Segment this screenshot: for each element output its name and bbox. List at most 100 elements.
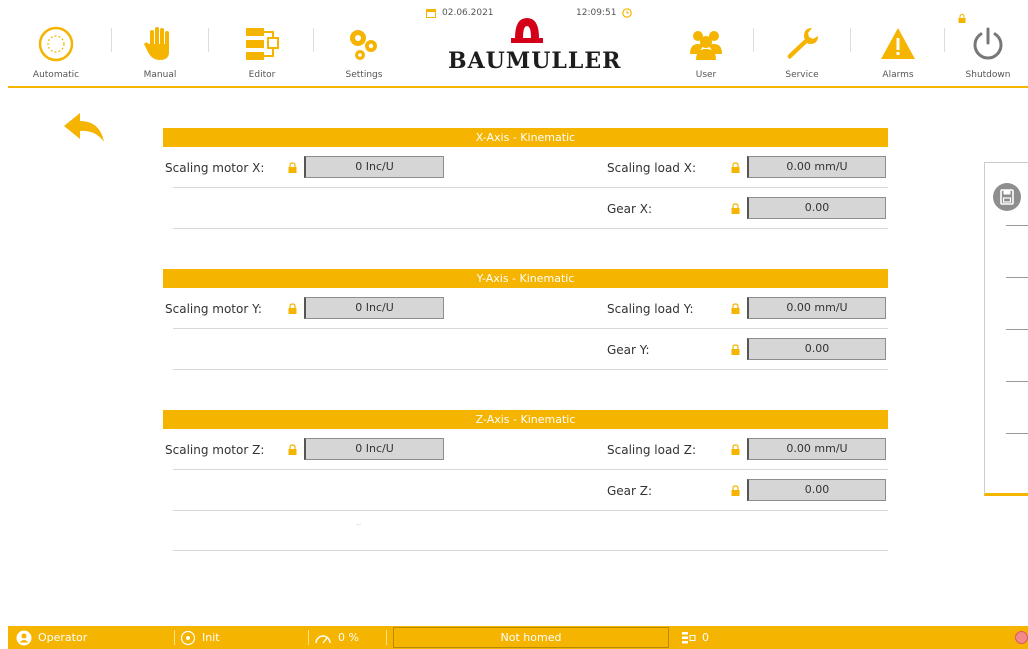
lock-icon	[288, 303, 297, 314]
calendar-icon	[426, 9, 436, 18]
status-program-text: 0	[702, 631, 709, 644]
placeholder-mark: ··	[356, 520, 362, 529]
gear-x-field[interactable]: 0.00	[747, 197, 886, 219]
scaling-load-y-field[interactable]: 0.00 mm/U	[747, 297, 886, 319]
top-toolbar: Automatic Manual Editor Settings 02.06.2…	[8, 0, 1028, 88]
brand-name: BAUMULLER	[448, 48, 622, 74]
wrench-icon	[787, 28, 818, 59]
header-info: 02.06.2021 BAUMULLER 12:09:51	[420, 0, 660, 86]
y-axis-row-scaling: Scaling motor Y: 0 Inc/U Scaling load Y:…	[163, 288, 888, 329]
floppy-icon	[1000, 189, 1014, 205]
scaling-load-x-label: Scaling load X:	[607, 161, 696, 175]
homing-status: Not homed	[393, 627, 669, 648]
users-icon	[690, 31, 722, 60]
side-divider	[1006, 277, 1028, 278]
z-axis-title: Z-Axis - Kinematic	[163, 410, 888, 429]
row-divider	[173, 510, 888, 511]
shutdown-label: Shutdown	[965, 70, 1011, 80]
status-bar: Operator Init 0 % Not homed 0	[8, 626, 1028, 649]
speedometer-icon	[315, 634, 331, 643]
settings-button[interactable]: Settings	[316, 0, 412, 86]
side-action-panel	[984, 162, 1028, 496]
service-button[interactable]: Service	[756, 0, 848, 86]
scaling-load-x-field[interactable]: 0.00 mm/U	[747, 156, 886, 178]
z-axis-panel: Z-Axis - Kinematic Scaling motor Z: 0 In…	[163, 410, 888, 551]
circle-icon	[38, 26, 74, 62]
editor-label: Editor	[248, 70, 276, 80]
alarm-indicator[interactable]	[1015, 631, 1028, 644]
user-button[interactable]: User	[660, 0, 752, 86]
gear-y-field[interactable]: 0.00	[747, 338, 886, 360]
service-label: Service	[785, 70, 819, 80]
time-text: 12:09:51	[576, 8, 617, 18]
status-mode-text: Init	[202, 631, 220, 644]
baumuller-logo-icon	[511, 18, 543, 43]
init-cycle-icon	[180, 630, 196, 645]
side-divider	[1006, 433, 1028, 434]
flowchart-icon	[246, 28, 279, 60]
row-divider	[173, 369, 888, 370]
toolbar-divider	[111, 28, 112, 52]
lock-icon	[731, 162, 740, 173]
gear-z-label: Gear Z:	[607, 484, 653, 498]
row-divider	[173, 550, 888, 551]
side-divider	[1006, 381, 1028, 382]
automatic-button[interactable]: Automatic	[8, 0, 104, 86]
power-icon	[973, 27, 1003, 60]
date-text: 02.06.2021	[442, 8, 494, 18]
manual-button[interactable]: Manual	[114, 0, 206, 86]
status-divider	[308, 630, 309, 645]
toolbar-divider	[753, 28, 754, 52]
status-divider	[386, 630, 387, 645]
toolbar-divider	[850, 28, 851, 52]
scaling-motor-z-field[interactable]: 0 Inc/U	[304, 438, 444, 460]
lock-icon	[731, 444, 740, 455]
scaling-load-z-label: Scaling load Z:	[607, 443, 696, 457]
gear-x-label: Gear X:	[607, 202, 653, 216]
date-display: 02.06.2021	[426, 8, 494, 18]
side-divider	[1006, 225, 1028, 226]
clock-icon	[622, 8, 633, 18]
alarms-label: Alarms	[882, 70, 914, 80]
status-override-text: 0 %	[338, 631, 359, 644]
back-arrow-icon[interactable]	[62, 110, 106, 146]
user-circle-icon	[16, 630, 32, 645]
status-divider	[174, 630, 175, 645]
warning-icon	[881, 28, 915, 59]
lock-icon	[288, 444, 297, 455]
lock-icon	[731, 203, 740, 214]
program-list-icon	[682, 631, 696, 643]
status-override: 0 %	[314, 626, 359, 649]
scaling-motor-y-field[interactable]: 0 Inc/U	[304, 297, 444, 319]
user-label: User	[695, 70, 717, 80]
status-user[interactable]: Operator	[16, 626, 87, 649]
save-button[interactable]	[993, 183, 1021, 211]
manual-label: Manual	[143, 70, 177, 80]
scaling-load-z-field[interactable]: 0.00 mm/U	[747, 438, 886, 460]
gears-icon	[350, 30, 377, 60]
automatic-label: Automatic	[32, 70, 80, 80]
lock-icon	[288, 162, 297, 173]
scaling-motor-z-label: Scaling motor Z:	[165, 443, 265, 457]
hand-icon	[144, 27, 169, 60]
toolbar-divider	[944, 28, 945, 52]
y-axis-panel: Y-Axis - Kinematic Scaling motor Y: 0 In…	[163, 269, 888, 370]
lock-icon	[731, 344, 740, 355]
shutdown-button[interactable]: Shutdown	[948, 0, 1028, 86]
status-mode: Init	[180, 626, 220, 649]
scaling-load-y-label: Scaling load Y:	[607, 302, 694, 316]
x-axis-row-scaling: Scaling motor X: 0 Inc/U Scaling load X:…	[163, 147, 888, 188]
toolbar-divider	[313, 28, 314, 52]
scaling-motor-x-field[interactable]: 0 Inc/U	[304, 156, 444, 178]
editor-button[interactable]: Editor	[212, 0, 312, 86]
gear-y-label: Gear Y:	[607, 343, 650, 357]
y-axis-row-gear: Gear Y: 0.00	[163, 329, 888, 370]
z-axis-row-gear: Gear Z: 0.00	[163, 470, 888, 511]
x-axis-row-gear: Gear X: 0.00	[163, 188, 888, 229]
toolbar-divider	[208, 28, 209, 52]
alarms-button[interactable]: Alarms	[854, 0, 942, 86]
z-axis-row-scaling: Scaling motor Z: 0 Inc/U Scaling load Z:…	[163, 429, 888, 470]
scaling-motor-x-label: Scaling motor X:	[165, 161, 265, 175]
side-divider	[1006, 329, 1028, 330]
gear-z-field[interactable]: 0.00	[747, 479, 886, 501]
